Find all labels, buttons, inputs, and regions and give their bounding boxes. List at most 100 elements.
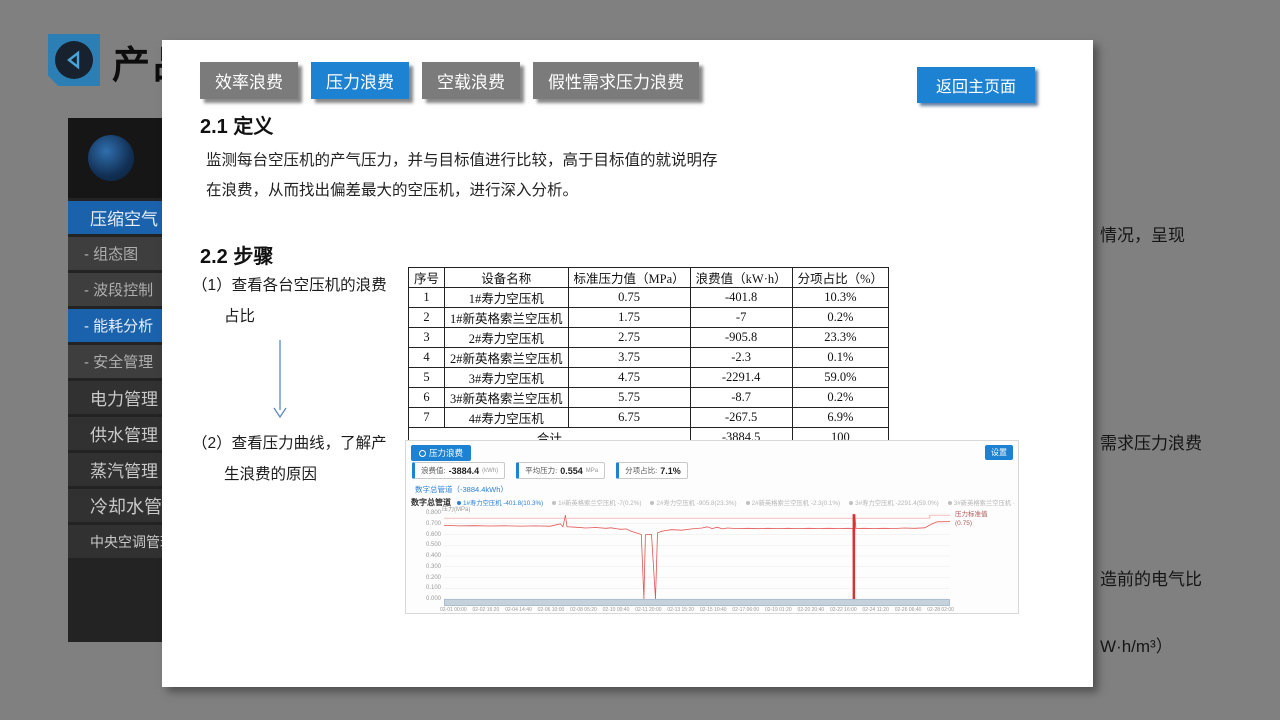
stat-value: -3884.4 (449, 466, 480, 476)
tab-2[interactable]: 空载浪费 (422, 62, 520, 99)
table-cell: 0.2% (792, 388, 888, 408)
pressure-curve-screenshot: 压力浪费 设置 浪费值:-3884.4(kWh) 平均压力:0.554MPa 分项占… (405, 440, 1019, 614)
legend-item-3[interactable]: 2#新英格索兰空压机 -2.3(0.1%) (746, 498, 841, 507)
table-cell: 4#寿力空压机 (445, 408, 569, 428)
table-cell: -267.5 (690, 408, 792, 428)
table-row: 21#新英格索兰空压机1.75-70.2% (409, 308, 889, 328)
x-tick: 02-06 10:00 (538, 607, 565, 613)
x-tick: 02-19 01:20 (765, 607, 792, 613)
table-row: 53#寿力空压机4.75-2291.459.0% (409, 368, 889, 388)
bg-text-fragment: W·h/m³） (1100, 632, 1173, 657)
table-cell: 4 (409, 348, 445, 368)
data-zoom-slider[interactable] (444, 599, 950, 606)
series-压力标准值 (444, 515, 950, 518)
stat-value: 0.554 (560, 466, 583, 476)
table-cell: 1#新英格索兰空压机 (445, 308, 569, 328)
table-cell: 7 (409, 408, 445, 428)
column-header: 分项占比（%） (792, 268, 888, 288)
step-2-text: （2）查看压力曲线，了解产生浪费的原因 (192, 428, 392, 490)
settings-button[interactable]: 设置 (985, 445, 1013, 460)
table-row: 74#寿力空压机6.75-267.56.9% (409, 408, 889, 428)
table-cell: -2291.4 (690, 368, 792, 388)
table-cell: 6 (409, 388, 445, 408)
table-cell: 2#新英格索兰空压机 (445, 348, 569, 368)
y-tick: 0.100 (426, 585, 441, 591)
tab-1[interactable]: 压力浪费 (311, 62, 409, 99)
table-cell: -2.3 (690, 348, 792, 368)
table-cell: 1 (409, 288, 445, 308)
stat-unit: (kWh) (482, 468, 498, 474)
table-cell: 0.2% (792, 308, 888, 328)
legend-dot (849, 501, 853, 505)
table-cell: -905.8 (690, 328, 792, 348)
table-row: 63#新英格索兰空压机5.75-8.70.2% (409, 388, 889, 408)
pipeline-link[interactable]: 数字总管道（-3884.4kWh） (415, 484, 508, 495)
legend-item-5[interactable]: 3#新英格索兰空压机 -8.7(0.2%) (948, 498, 1014, 507)
stat-label: 分项占比: (625, 465, 657, 476)
legend-text: 1#寿力空压机 -401.8(10.3%) (463, 498, 543, 507)
legend-dot (552, 501, 556, 505)
table-row: 42#新英格索兰空压机3.75-2.30.1% (409, 348, 889, 368)
logo-icon (88, 135, 134, 181)
table-cell: 0.1% (792, 348, 888, 368)
x-tick: 02-10 00:40 (603, 607, 630, 613)
stat-unit: MPa (586, 468, 598, 474)
x-tick: 02-08 05:20 (570, 607, 597, 613)
y-tick: 0.700 (426, 521, 441, 527)
back-badge[interactable] (48, 34, 100, 86)
legend-text: 3#新英格索兰空压机 -8.7(0.2%) (954, 498, 1014, 507)
y-axis-ticks: 0.8000.7000.6000.5000.4000.3000.2000.100… (408, 513, 441, 599)
legend-item-1[interactable]: 1#新英格索兰空压机 -7(0.2%) (552, 498, 641, 507)
table-cell: 5.75 (568, 388, 690, 408)
x-tick: 02-15 10:40 (700, 607, 727, 613)
legend-row: 数字总管道 1#寿力空压机 -401.8(10.3%)1#新英格索兰空压机 -7… (411, 497, 1014, 508)
definition-text: 监测每台空压机的产气压力，并与目标值进行比较，高于目标值的就说明存在浪费，从而找… (206, 146, 731, 206)
link-icon (419, 450, 426, 457)
tab-0[interactable]: 效率浪费 (200, 62, 298, 99)
table-cell: 2#寿力空压机 (445, 328, 569, 348)
table-cell: 59.0% (792, 368, 888, 388)
x-tick: 02-20 20:40 (797, 607, 824, 613)
bg-text-fragment: 造前的电气比 (1100, 565, 1202, 590)
bg-text-fragment: 需求压力浪费 (1100, 429, 1202, 454)
table-cell: -7 (690, 308, 792, 328)
stat-value: 7.1% (660, 466, 681, 476)
legend-dot (650, 501, 654, 505)
y-tick: 0.000 (426, 596, 441, 602)
column-header: 浪费值（kW·h） (690, 268, 792, 288)
stat-box-2: 分项占比:7.1% (616, 462, 688, 479)
x-tick: 02-01 00:00 (440, 607, 467, 613)
waste-table: 序号设备名称标准压力值（MPa）浪费值（kW·h）分项占比（%） 11#寿力空压… (408, 267, 889, 448)
legend-text: 3#寿力空压机 -2291.4(59.0%) (855, 498, 939, 507)
table-cell: 23.3% (792, 328, 888, 348)
stat-box-1: 平均压力:0.554MPa (516, 462, 605, 479)
legend-dot (948, 501, 952, 505)
return-home-button[interactable]: 返回主页面 (917, 67, 1035, 103)
table-cell: -8.7 (690, 388, 792, 408)
legend-item-4[interactable]: 3#寿力空压机 -2291.4(59.0%) (849, 498, 939, 507)
y-tick: 0.800 (426, 510, 441, 516)
y-tick: 0.500 (426, 542, 441, 548)
step-1-text: （1）查看各台空压机的浪费占比 (192, 270, 392, 332)
table-row: 11#寿力空压机0.75-401.810.3% (409, 288, 889, 308)
x-tick: 02-24 11:20 (863, 607, 889, 613)
x-tick: 02-28 02:00 (927, 607, 954, 613)
x-tick: 02-17 06:00 (732, 607, 759, 613)
table-cell: 0.75 (568, 288, 690, 308)
screen: { "background": { "title": "产品", "fragme… (0, 0, 1280, 720)
y-tick: 0.200 (426, 575, 441, 581)
stat-label: 浪费值: (421, 465, 446, 476)
series-1#寿力空压机 (444, 514, 950, 599)
screenshot-title-button[interactable]: 压力浪费 (411, 445, 471, 461)
x-tick: 02-22 16:00 (830, 607, 857, 613)
tab-3[interactable]: 假性需求压力浪费 (533, 62, 699, 99)
definition-heading: 2.1 定义 (200, 110, 273, 139)
y-tick: 0.400 (426, 553, 441, 559)
x-tick: 02-04 14:40 (505, 607, 532, 613)
legend-item-2[interactable]: 2#寿力空压机 -905.8(23.3%) (650, 498, 736, 507)
column-header: 设备名称 (445, 268, 569, 288)
table-cell: 3#新英格索兰空压机 (445, 388, 569, 408)
table-cell: 6.9% (792, 408, 888, 428)
legend-text: 2#新英格索兰空压机 -2.3(0.1%) (752, 498, 841, 507)
x-tick: 02-02 16:20 (473, 607, 500, 613)
